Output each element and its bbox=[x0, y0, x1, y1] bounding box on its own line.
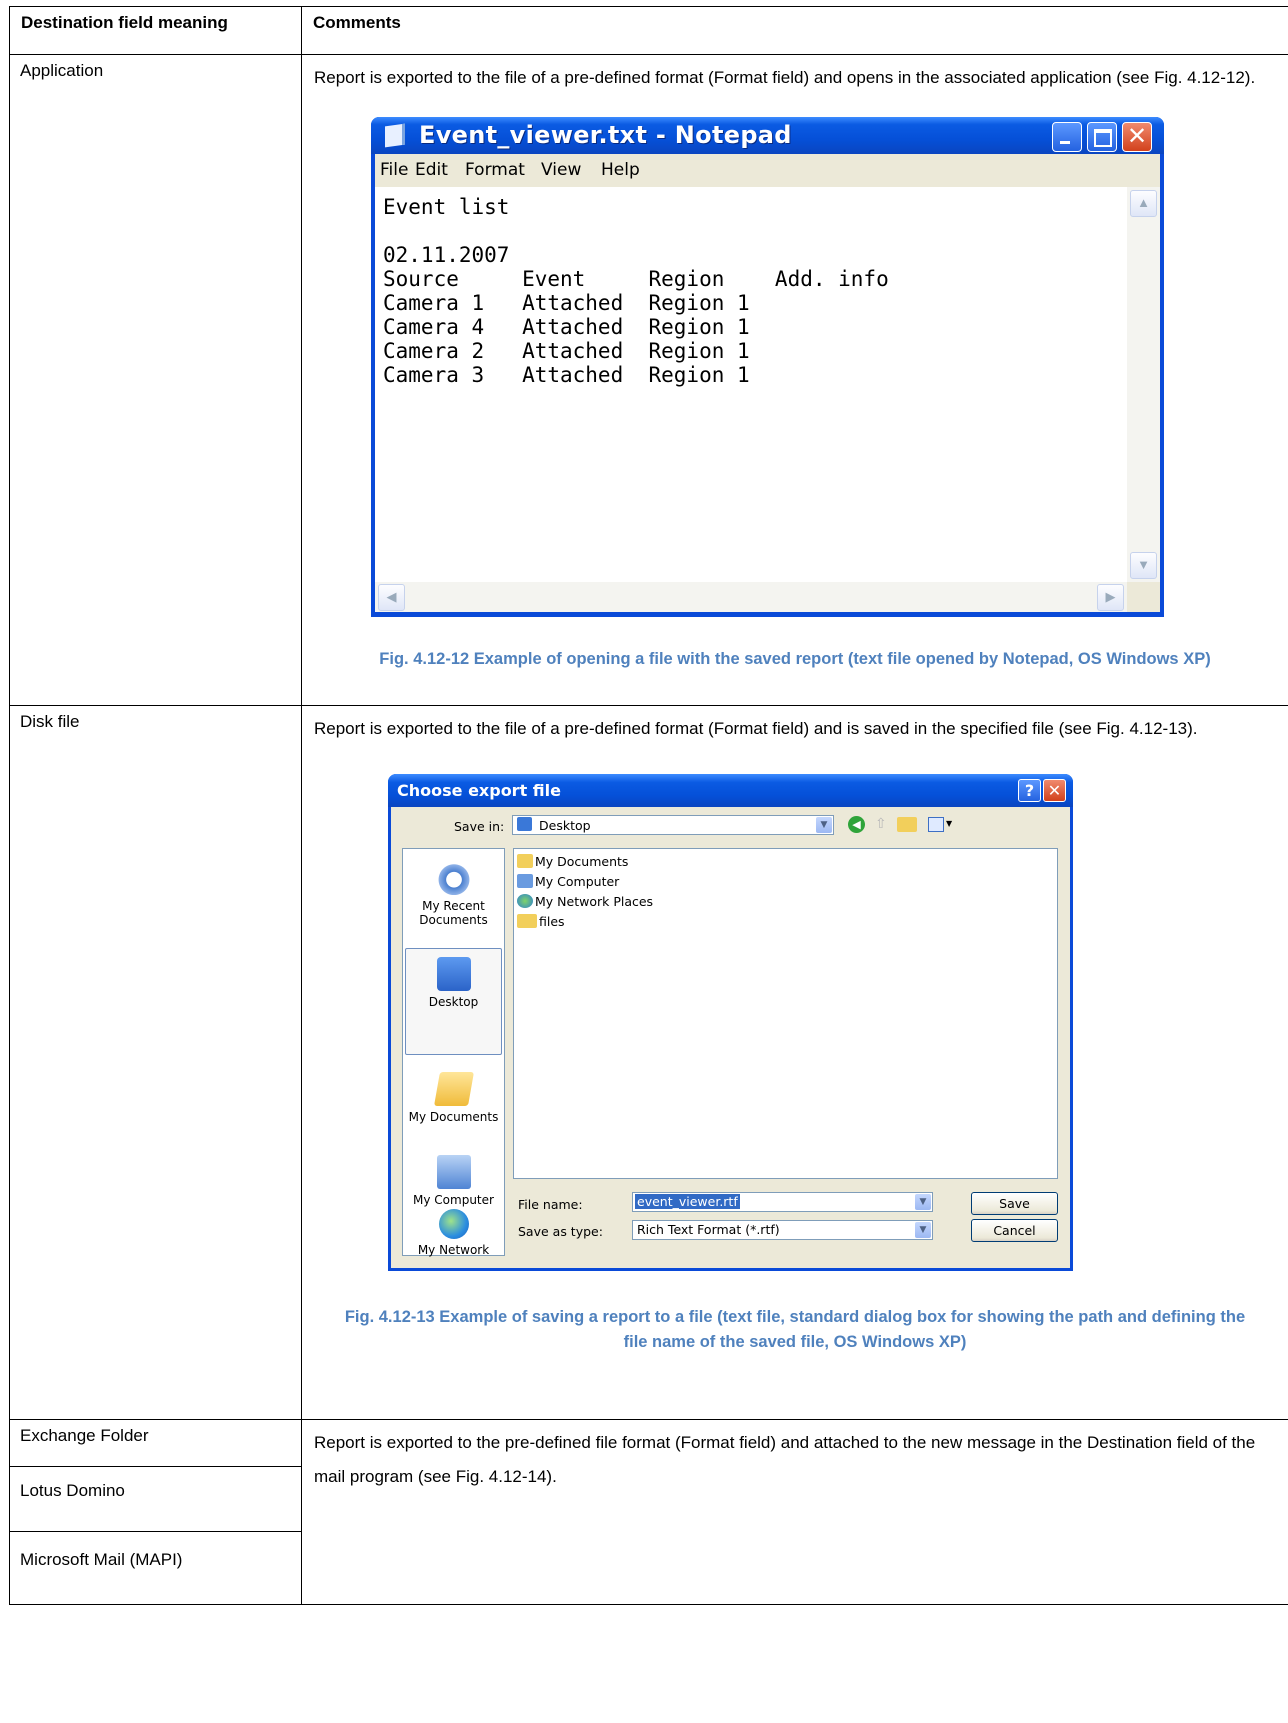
save-in-label: Save in: bbox=[454, 819, 505, 834]
destination-cell: Application bbox=[9, 54, 302, 706]
place-my-documents[interactable]: My Documents bbox=[403, 1072, 504, 1124]
figure-caption: Fig. 4.12-13 Example of saving a report … bbox=[344, 1308, 1246, 1351]
place-label: Desktop bbox=[428, 995, 479, 1009]
notepad-window: Event_viewer.txt - Notepad ✕ File Edit F… bbox=[371, 117, 1164, 617]
document-page: Destination field meaning Comments Appli… bbox=[0, 0, 1288, 1723]
notepad-editor[interactable]: Event list 02.11.2007 Source Event Regio… bbox=[375, 187, 1160, 612]
dialog-body: Save in: Desktop ▼ ◀ ⇧ ▼ My Recent Docum… bbox=[391, 807, 1070, 1268]
place-my-recent-documents[interactable]: My Recent Documents bbox=[403, 861, 504, 927]
maximize-button[interactable] bbox=[1087, 122, 1117, 152]
notepad-icon bbox=[385, 123, 405, 148]
my-network-icon bbox=[438, 1209, 469, 1239]
file-list[interactable]: My Documents My Computer My Network Plac… bbox=[513, 848, 1058, 1179]
table-header-row: Destination field meaning Comments bbox=[9, 6, 1288, 55]
desktop-small-icon bbox=[517, 817, 532, 831]
folder-shortcut-icon bbox=[517, 914, 537, 928]
comment-text: Report is exported to the file of a pre-… bbox=[314, 68, 1256, 87]
comment-text: Report is exported to the pre-defined fi… bbox=[314, 1433, 1256, 1486]
comment-cell: Report is exported to the file of a pre-… bbox=[301, 705, 1288, 1420]
table-row: Disk file Report is exported to the file… bbox=[9, 705, 1288, 1420]
back-icon[interactable]: ◀ bbox=[848, 816, 865, 833]
list-item[interactable]: My Documents bbox=[517, 852, 628, 871]
resize-grip-icon[interactable] bbox=[1127, 582, 1160, 612]
save-as-type-select[interactable]: Rich Text Format (*.rtf) ▼ bbox=[632, 1220, 933, 1240]
table-row: Exchange Folder Report is exported to th… bbox=[9, 1419, 1288, 1605]
list-item[interactable]: My Network Places bbox=[517, 892, 653, 911]
menu-edit[interactable]: Edit bbox=[415, 160, 448, 180]
up-folder-icon[interactable]: ⇧ bbox=[875, 816, 889, 833]
views-menu-icon[interactable] bbox=[928, 817, 944, 832]
header-comments: Comments bbox=[301, 6, 1288, 55]
place-label: My Network bbox=[417, 1243, 490, 1257]
places-bar: My Recent Documents Desktop My Documents bbox=[402, 848, 505, 1257]
my-documents-icon bbox=[433, 1072, 474, 1106]
scroll-down-icon[interactable]: ▼ bbox=[1130, 552, 1157, 579]
scroll-right-icon[interactable]: ▶ bbox=[1097, 584, 1124, 611]
save-as-type-label: Save as type: bbox=[518, 1224, 603, 1239]
vertical-scrollbar[interactable]: ▲ ▼ bbox=[1127, 187, 1160, 582]
views-dropdown-icon[interactable]: ▼ bbox=[946, 819, 952, 828]
notepad-menubar: File Edit Format View Help bbox=[375, 154, 1160, 187]
menu-format[interactable]: Format bbox=[465, 160, 525, 180]
horizontal-scrollbar[interactable]: ◀ ▶ bbox=[375, 582, 1127, 612]
comment-cell: Report is exported to the pre-defined fi… bbox=[301, 1419, 1288, 1605]
menu-file[interactable]: File bbox=[380, 160, 408, 180]
place-my-network[interactable]: My Network bbox=[403, 1209, 504, 1257]
place-label: My Documents bbox=[408, 1110, 499, 1124]
notepad-titlebar[interactable]: Event_viewer.txt - Notepad ✕ bbox=[371, 117, 1164, 154]
recent-documents-icon bbox=[436, 861, 471, 895]
destination-cell: Microsoft Mail (MAPI) bbox=[9, 1531, 302, 1605]
chevron-down-icon[interactable]: ▼ bbox=[915, 1222, 931, 1238]
dialog-titlebar[interactable]: Choose export file ? ✕ bbox=[388, 774, 1073, 807]
menu-view[interactable]: View bbox=[541, 160, 581, 180]
place-desktop[interactable]: Desktop bbox=[405, 948, 502, 1055]
destination-cell: Lotus Domino bbox=[9, 1466, 302, 1532]
notepad-title: Event_viewer.txt - Notepad bbox=[419, 121, 792, 149]
list-item[interactable]: My Computer bbox=[517, 872, 619, 891]
save-in-select[interactable]: Desktop ▼ bbox=[512, 815, 834, 835]
dialog-title: Choose export file bbox=[397, 781, 561, 800]
cancel-button[interactable]: Cancel bbox=[971, 1219, 1058, 1242]
file-name-label: File name: bbox=[518, 1197, 583, 1212]
save-in-value: Desktop bbox=[539, 818, 591, 833]
computer-icon bbox=[517, 874, 533, 888]
notepad-content[interactable]: Event list 02.11.2007 Source Event Regio… bbox=[383, 195, 889, 387]
save-button[interactable]: Save bbox=[971, 1192, 1058, 1215]
new-folder-icon[interactable] bbox=[897, 817, 917, 832]
destination-cell: Exchange Folder bbox=[9, 1419, 302, 1467]
file-name-input[interactable]: event_viewer.rtf ▼ bbox=[632, 1192, 933, 1212]
minimize-button[interactable] bbox=[1052, 122, 1082, 152]
chevron-down-icon[interactable]: ▼ bbox=[915, 1194, 931, 1210]
help-button[interactable]: ? bbox=[1018, 779, 1041, 802]
chevron-down-icon[interactable]: ▼ bbox=[816, 817, 832, 833]
folder-icon bbox=[517, 854, 533, 868]
menu-help[interactable]: Help bbox=[601, 160, 640, 180]
place-label: My Computer bbox=[413, 1193, 494, 1207]
save-as-type-value: Rich Text Format (*.rtf) bbox=[637, 1222, 780, 1237]
list-item[interactable]: files bbox=[517, 912, 565, 931]
desktop-icon bbox=[436, 957, 471, 991]
save-dialog: Choose export file ? ✕ Save in: Desktop … bbox=[388, 774, 1073, 1271]
place-label: My Recent Documents bbox=[419, 899, 488, 927]
scroll-up-icon[interactable]: ▲ bbox=[1130, 190, 1157, 217]
header-destination: Destination field meaning bbox=[9, 6, 302, 55]
file-name-value[interactable]: event_viewer.rtf bbox=[635, 1194, 740, 1209]
close-button[interactable]: ✕ bbox=[1122, 122, 1152, 152]
destination-table: Destination field meaning Comments Appli… bbox=[9, 6, 1288, 1605]
my-computer-icon bbox=[436, 1155, 471, 1189]
table-row: Application Report is exported to the fi… bbox=[9, 54, 1288, 706]
network-icon bbox=[517, 894, 533, 908]
scroll-left-icon[interactable]: ◀ bbox=[378, 584, 405, 611]
comment-cell: Report is exported to the file of a pre-… bbox=[301, 54, 1288, 706]
dialog-close-button[interactable]: ✕ bbox=[1043, 779, 1066, 802]
place-my-computer[interactable]: My Computer bbox=[403, 1155, 504, 1207]
destination-cell: Disk file bbox=[9, 705, 302, 1420]
figure-caption: Fig. 4.12-12 Example of opening a file w… bbox=[379, 650, 1211, 668]
comment-text: Report is exported to the file of a pre-… bbox=[314, 719, 1198, 738]
